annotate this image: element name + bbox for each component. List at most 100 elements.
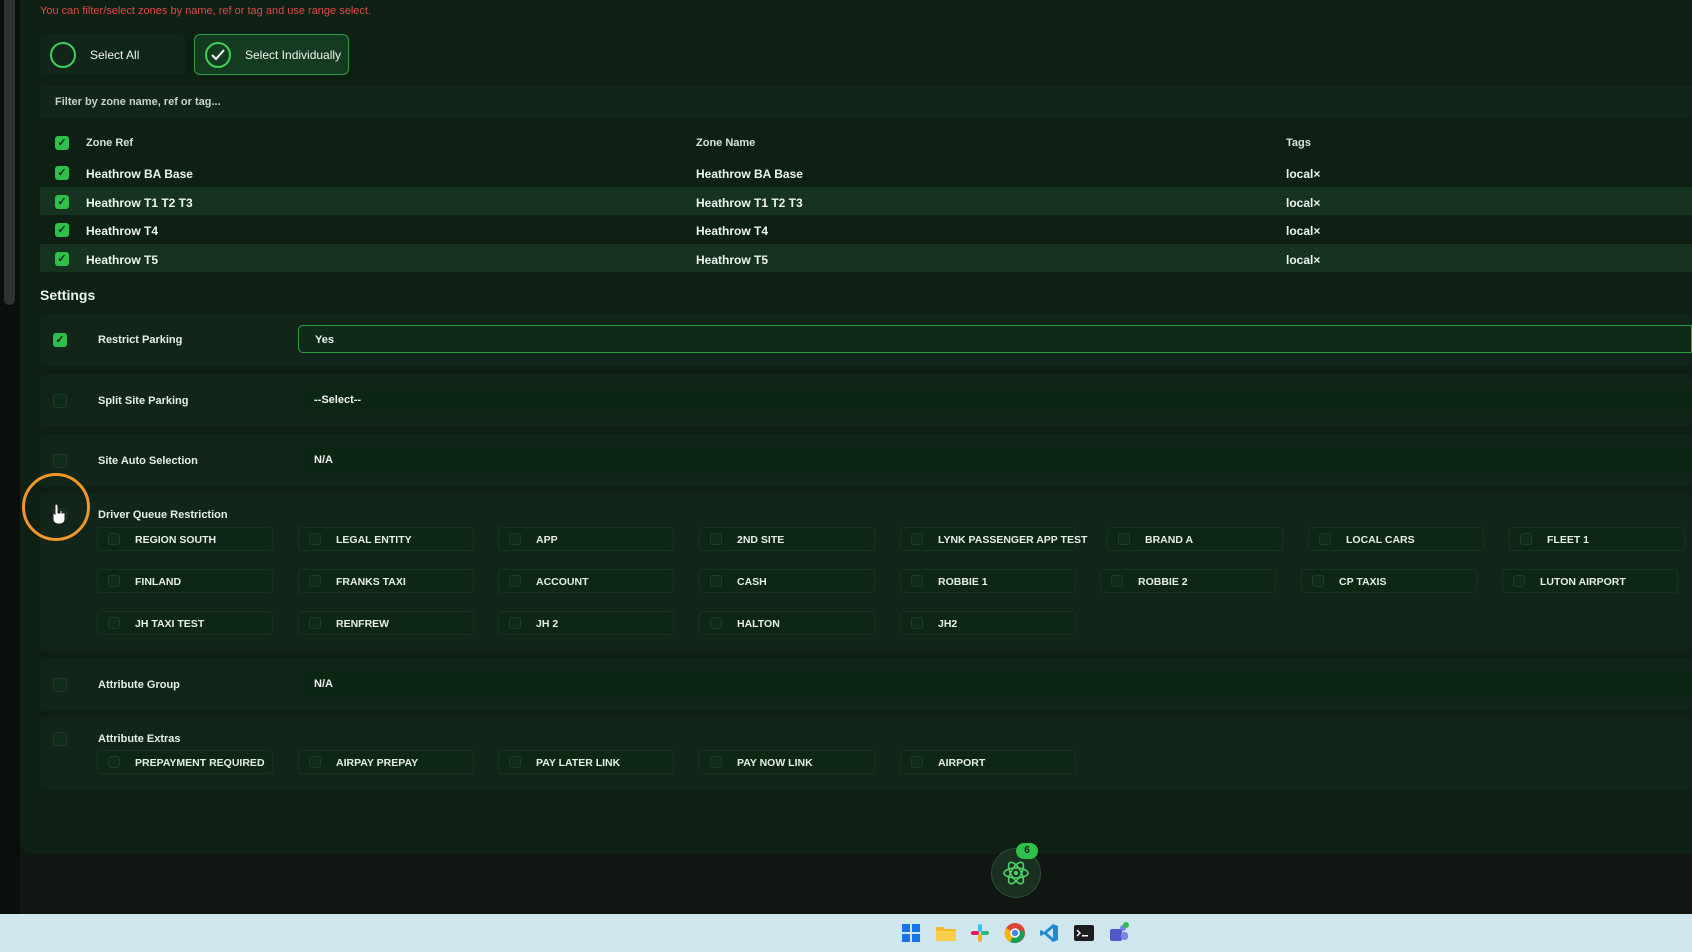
setting-attribute-group: Attribute Group N/A (40, 659, 1692, 711)
option-checkbox[interactable] (509, 617, 521, 629)
option-chip[interactable]: JH TAXI TEST (97, 611, 273, 635)
option-chip[interactable]: AIRPAY PREPAY (298, 750, 474, 774)
table-row[interactable]: Heathrow T5 Heathrow T5 local× (40, 243, 1692, 272)
site-auto-selection-checkbox[interactable] (53, 454, 67, 468)
option-label: RENFREW (336, 618, 390, 630)
option-chip[interactable]: CASH (699, 569, 875, 593)
option-checkbox[interactable] (1513, 575, 1525, 587)
select-all-button[interactable]: Select All (40, 34, 185, 75)
option-chip[interactable]: ACCOUNT (498, 569, 674, 593)
attribute-group-checkbox[interactable] (53, 678, 67, 692)
zone-tag[interactable]: local× (1286, 167, 1320, 181)
zone-tag[interactable]: local× (1286, 196, 1320, 210)
option-chip[interactable]: 2ND SITE (699, 527, 875, 551)
table-row[interactable]: Heathrow T1 T2 T3 Heathrow T1 T2 T3 loca… (40, 186, 1692, 215)
option-label: AIRPAY PREPAY (336, 757, 419, 769)
select-all-label: Select All (90, 47, 140, 62)
option-chip[interactable]: FLEET 1 (1509, 527, 1685, 551)
windows-start-icon[interactable] (899, 921, 923, 945)
option-checkbox[interactable] (509, 533, 521, 545)
option-chip[interactable]: FINLAND (97, 569, 273, 593)
option-label: CP TAXIS (1339, 576, 1387, 588)
option-checkbox[interactable] (1520, 533, 1532, 545)
option-label: BRAND A (1145, 534, 1194, 546)
option-checkbox[interactable] (1312, 575, 1324, 587)
option-checkbox[interactable] (710, 756, 722, 768)
option-chip[interactable]: PREPAYMENT REQUIRED (97, 750, 273, 774)
option-checkbox[interactable] (108, 575, 120, 587)
option-chip[interactable]: LEGAL ENTITY (298, 527, 474, 551)
option-checkbox[interactable] (309, 756, 321, 768)
attribute-extras-checkbox[interactable] (53, 732, 67, 746)
restrict-parking-checkbox[interactable] (53, 333, 67, 347)
zone-tag[interactable]: local× (1286, 253, 1320, 267)
option-chip[interactable]: LOCAL CARS (1308, 527, 1484, 551)
file-explorer-icon[interactable] (934, 921, 958, 945)
option-checkbox[interactable] (710, 617, 722, 629)
option-chip[interactable]: AIRPORT (900, 750, 1076, 774)
row-checkbox[interactable] (55, 194, 69, 209)
option-checkbox[interactable] (108, 617, 120, 629)
option-chip[interactable]: LYNK PASSENGER APP TEST (900, 527, 1087, 551)
option-checkbox[interactable] (108, 533, 120, 545)
select-individually-label: Select Individually (245, 47, 342, 62)
option-checkbox[interactable] (509, 575, 521, 587)
option-checkbox[interactable] (1111, 575, 1123, 587)
attribute-group-select[interactable]: N/A (298, 670, 1692, 698)
option-chip[interactable]: REGION SOUTH (97, 527, 273, 551)
zone-filter-input[interactable]: Filter by zone name, ref or tag... (40, 85, 1692, 118)
option-checkbox[interactable] (710, 575, 722, 587)
option-label: LUTON AIRPORT (1540, 576, 1626, 588)
option-chip[interactable]: JH 2 (498, 611, 674, 635)
option-chip[interactable]: ROBBIE 1 (900, 569, 1076, 593)
col-tags: Tags (1286, 137, 1311, 149)
row-checkbox[interactable] (55, 223, 69, 237)
scrollbar-thumb[interactable] (4, 0, 15, 305)
option-label: LOCAL CARS (1346, 534, 1415, 546)
select-all-rows-checkbox[interactable] (55, 136, 69, 150)
option-checkbox[interactable] (710, 533, 722, 545)
option-checkbox[interactable] (1118, 533, 1130, 545)
option-checkbox[interactable] (309, 533, 321, 545)
site-auto-selection-select[interactable]: N/A (298, 446, 1692, 474)
teams-icon[interactable] (1107, 921, 1131, 945)
option-chip[interactable]: BRAND A (1107, 527, 1283, 551)
option-checkbox[interactable] (911, 533, 923, 545)
row-checkbox[interactable] (55, 166, 69, 180)
option-checkbox[interactable] (911, 617, 923, 629)
slack-icon[interactable] (968, 921, 992, 945)
vscode-icon[interactable] (1037, 921, 1061, 945)
taskbar (0, 914, 1692, 952)
chrome-icon[interactable] (1003, 921, 1027, 945)
option-chip[interactable]: CP TAXIS (1301, 569, 1477, 593)
option-chip[interactable]: FRANKS TAXI (298, 569, 474, 593)
select-individually-button[interactable]: Select Individually (194, 34, 349, 75)
zone-name: Heathrow T4 (696, 224, 769, 238)
row-checkbox[interactable] (55, 251, 69, 266)
option-chip[interactable]: ROBBIE 2 (1100, 569, 1276, 593)
terminal-icon[interactable] (1072, 921, 1096, 945)
option-chip[interactable]: JH2 (900, 611, 1076, 635)
col-zone-ref: Zone Ref (86, 137, 134, 149)
option-checkbox[interactable] (108, 756, 120, 768)
option-chip[interactable]: RENFREW (298, 611, 474, 635)
option-checkbox[interactable] (509, 756, 521, 768)
split-site-parking-select[interactable]: --Select-- (298, 386, 1692, 414)
table-row[interactable]: Heathrow T4 Heathrow T4 local× (40, 215, 1692, 244)
restrict-parking-select[interactable]: Yes (298, 325, 1692, 353)
zone-tag[interactable]: local× (1286, 224, 1320, 238)
option-checkbox[interactable] (911, 575, 923, 587)
option-label: LEGAL ENTITY (336, 534, 412, 546)
option-checkbox[interactable] (309, 617, 321, 629)
option-checkbox[interactable] (1319, 533, 1331, 545)
option-chip[interactable]: LUTON AIRPORT (1502, 569, 1678, 593)
option-chip[interactable]: HALTON (699, 611, 875, 635)
table-row[interactable]: Heathrow BA Base Heathrow BA Base local× (40, 158, 1692, 187)
option-chip[interactable]: PAY NOW LINK (699, 750, 875, 774)
option-chip[interactable]: PAY LATER LINK (498, 750, 674, 774)
split-site-parking-checkbox[interactable] (53, 394, 67, 408)
option-chip[interactable]: APP (498, 527, 674, 551)
option-checkbox[interactable] (309, 575, 321, 587)
option-label: PREPAYMENT REQUIRED (135, 757, 265, 769)
option-checkbox[interactable] (911, 756, 923, 768)
